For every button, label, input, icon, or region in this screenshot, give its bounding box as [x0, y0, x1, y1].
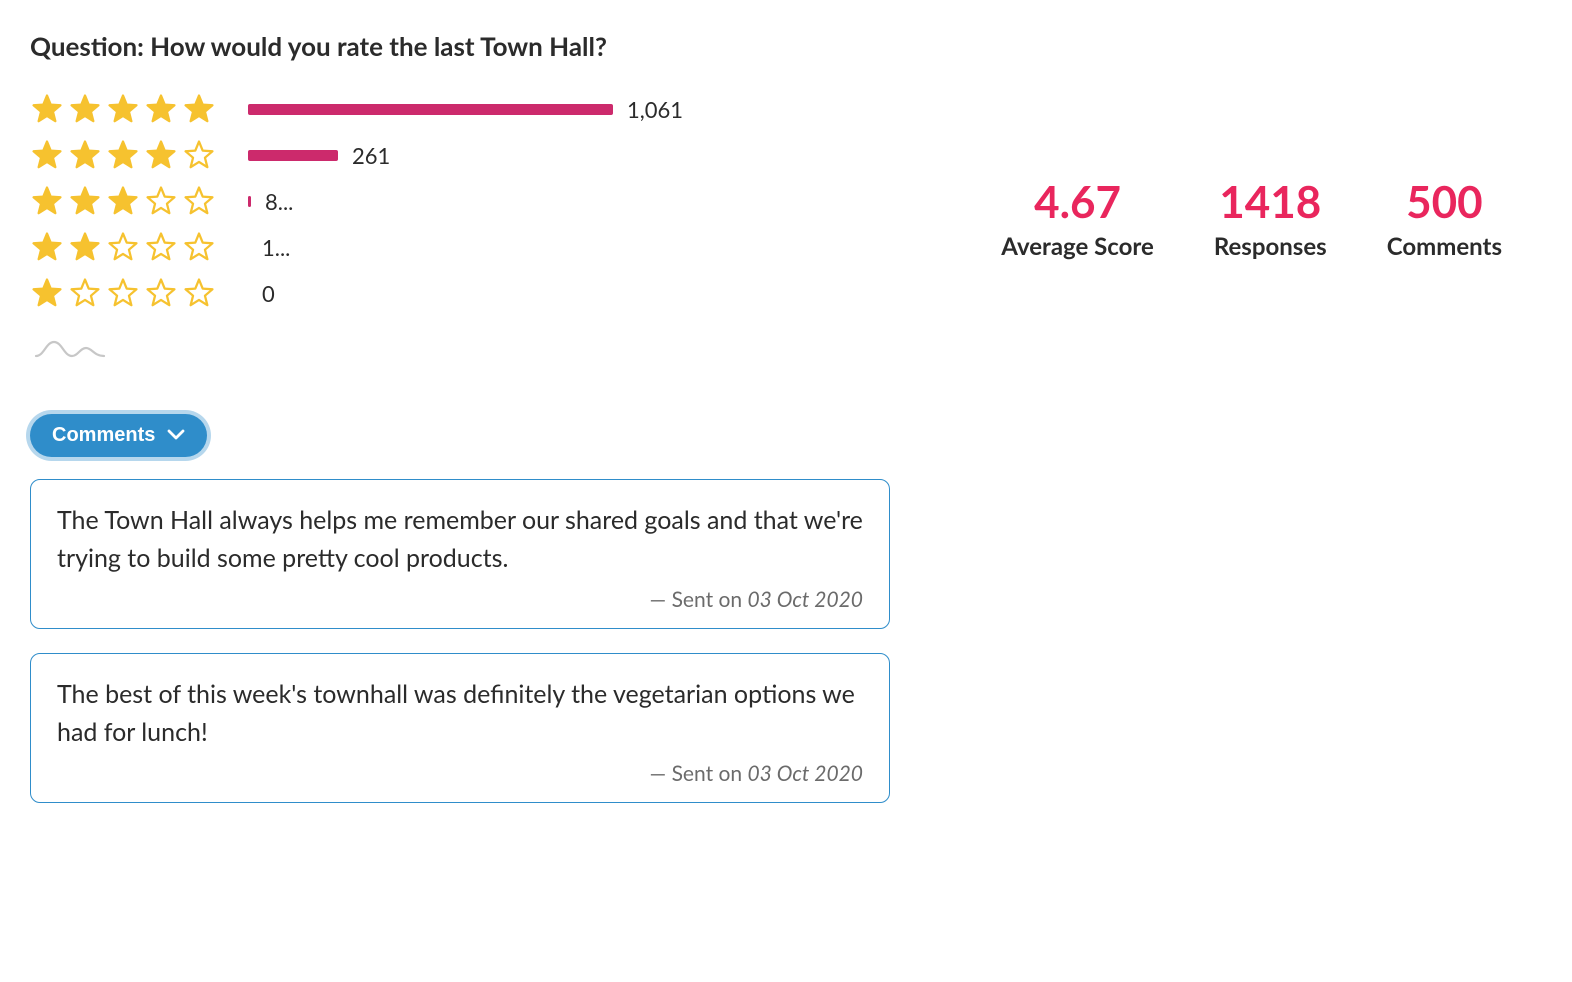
star-group	[30, 276, 230, 310]
star-icon	[30, 184, 64, 218]
rating-bar-label: 1...	[262, 234, 290, 261]
sent-on-label: Sent on	[672, 761, 748, 786]
bar-area: 0	[248, 280, 275, 307]
star-icon	[30, 138, 64, 172]
star-icon	[68, 276, 102, 310]
star-icon	[30, 276, 64, 310]
top-row: 1,061 261 8... 1... 0 4.67 Average Score 141…	[30, 86, 1542, 364]
stat-label: Average Score	[1001, 232, 1154, 261]
dash-icon: —	[650, 587, 667, 612]
rating-bar-label: 1,061	[627, 96, 683, 123]
rating-distribution-chart: 1,061 261 8... 1... 0	[30, 86, 683, 316]
stat-responses: 1418 Responses	[1214, 176, 1327, 261]
star-group	[30, 230, 230, 264]
rating-bar	[248, 104, 613, 115]
star-icon	[30, 230, 64, 264]
rating-bar	[248, 196, 251, 207]
stat-label: Responses	[1214, 232, 1327, 261]
comment-card: The best of this week's townhall was def…	[30, 653, 890, 803]
stat-label: Comments	[1387, 232, 1502, 261]
bar-area: 1...	[248, 234, 290, 261]
ratings-block: 1,061 261 8... 1... 0	[30, 86, 683, 364]
comments-toggle-button[interactable]: Comments	[30, 414, 207, 457]
bar-area: 261	[248, 142, 390, 169]
comment-text: The best of this week's townhall was def…	[57, 676, 863, 751]
star-icon	[182, 92, 216, 126]
star-icon	[144, 276, 178, 310]
star-icon	[144, 138, 178, 172]
star-icon	[106, 138, 140, 172]
comment-date: 03 Oct 2020	[748, 761, 864, 786]
stat-value: 4.67	[1001, 176, 1154, 228]
comment-text: The Town Hall always helps me remember o…	[57, 502, 863, 577]
star-icon	[182, 230, 216, 264]
survey-report: Question: How would you rate the last To…	[30, 30, 1542, 803]
sent-on-label: Sent on	[672, 587, 748, 612]
comment-date: 03 Oct 2020	[748, 587, 864, 612]
summary-stats: 4.67 Average Score 1418 Responses 500 Co…	[1001, 176, 1502, 261]
comments-toggle-label: Comments	[52, 424, 155, 447]
star-group	[30, 184, 230, 218]
comment-meta: — Sent on 03 Oct 2020	[57, 761, 863, 786]
comment-card: The Town Hall always helps me remember o…	[30, 479, 890, 629]
distribution-sparkline-icon[interactable]	[34, 336, 683, 364]
rating-bar-label: 0	[262, 280, 275, 307]
star-icon	[144, 230, 178, 264]
rating-bar-label: 8...	[265, 188, 293, 215]
star-icon	[182, 138, 216, 172]
star-icon	[68, 184, 102, 218]
comment-meta: — Sent on 03 Oct 2020	[57, 587, 863, 612]
comments-list: The Town Hall always helps me remember o…	[30, 479, 890, 803]
star-icon	[68, 138, 102, 172]
stat-value: 500	[1387, 176, 1502, 228]
rating-row: 0	[30, 270, 683, 316]
star-icon	[106, 92, 140, 126]
rating-row: 8...	[30, 178, 683, 224]
rating-bar	[248, 150, 338, 161]
bar-area: 8...	[248, 188, 293, 215]
star-icon	[68, 92, 102, 126]
star-icon	[106, 230, 140, 264]
star-group	[30, 138, 230, 172]
dash-icon: —	[650, 761, 667, 786]
star-icon	[144, 184, 178, 218]
rating-row: 1...	[30, 224, 683, 270]
question-title: Question: How would you rate the last To…	[30, 30, 1542, 62]
star-icon	[30, 92, 64, 126]
question-prefix: Question:	[30, 30, 150, 62]
question-text: How would you rate the last Town Hall?	[150, 30, 607, 62]
stat-comments: 500 Comments	[1387, 176, 1502, 261]
bar-area: 1,061	[248, 96, 683, 123]
star-icon	[144, 92, 178, 126]
star-icon	[106, 276, 140, 310]
rating-bar-label: 261	[352, 142, 390, 169]
star-icon	[182, 184, 216, 218]
star-icon	[106, 184, 140, 218]
stat-average-score: 4.67 Average Score	[1001, 176, 1154, 261]
rating-row: 261	[30, 132, 683, 178]
chevron-down-icon	[167, 424, 185, 447]
rating-row: 1,061	[30, 86, 683, 132]
star-icon	[68, 230, 102, 264]
star-icon	[182, 276, 216, 310]
stat-value: 1418	[1214, 176, 1327, 228]
star-group	[30, 92, 230, 126]
